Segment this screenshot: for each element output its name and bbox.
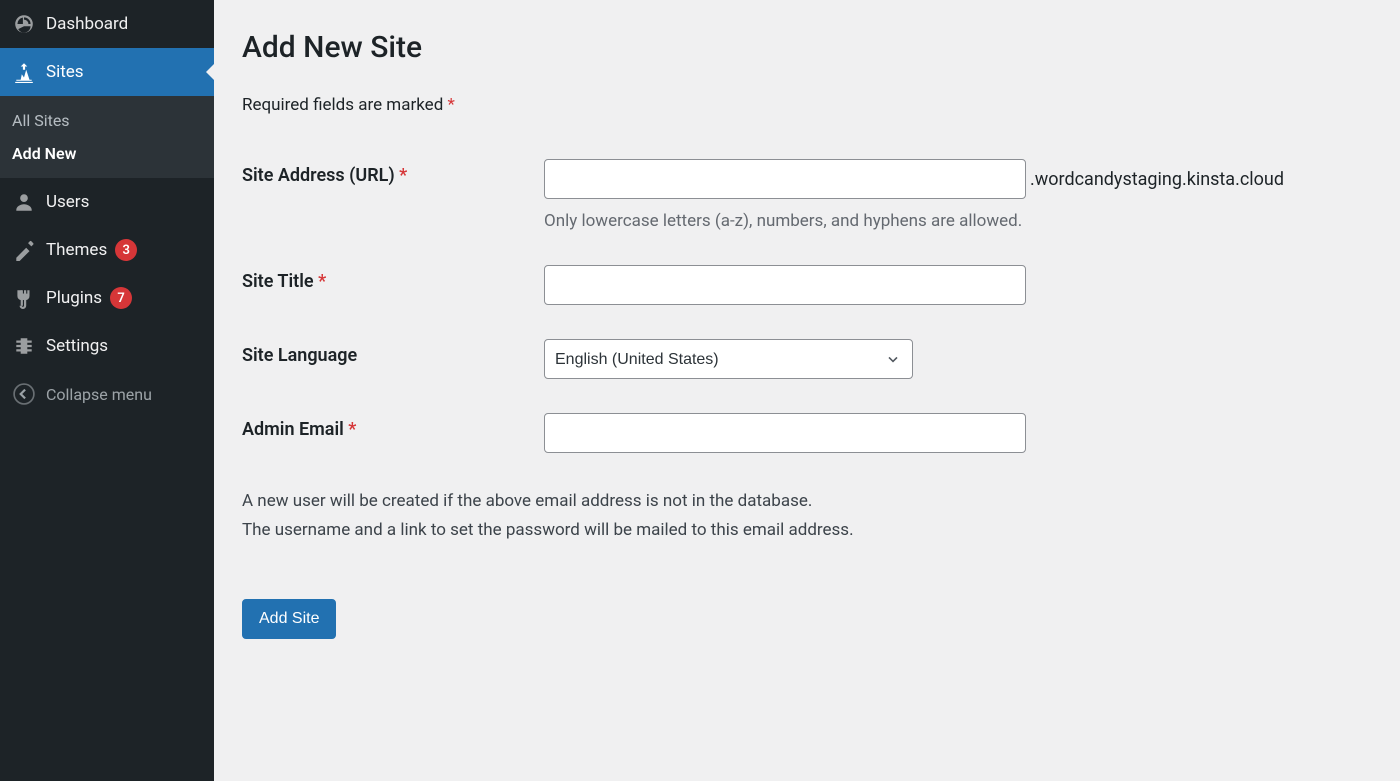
main-content: Add New Site Required fields are marked … — [214, 0, 1400, 781]
dashboard-icon — [12, 12, 36, 36]
themes-update-badge: 3 — [115, 239, 137, 261]
sidebar-label-dashboard: Dashboard — [46, 14, 128, 34]
sidebar-label-settings: Settings — [46, 336, 108, 356]
input-site-address[interactable] — [544, 159, 1026, 199]
row-site-language: Site Language English (United States) — [242, 339, 1372, 379]
row-site-address: Site Address (URL) * .wordcandystaging.k… — [242, 159, 1372, 231]
admin-sidebar: Dashboard Sites All Sites Add New Users … — [0, 0, 214, 781]
submenu-all-sites[interactable]: All Sites — [0, 104, 214, 137]
site-address-description: Only lowercase letters (a-z), numbers, a… — [544, 211, 1364, 231]
sidebar-item-plugins[interactable]: Plugins 7 — [0, 274, 214, 322]
sidebar-label-plugins: Plugins — [46, 288, 102, 308]
label-site-language: Site Language — [242, 339, 544, 366]
label-site-address: Site Address (URL) * — [242, 159, 544, 186]
sidebar-item-dashboard[interactable]: Dashboard — [0, 0, 214, 48]
sidebar-item-themes[interactable]: Themes 3 — [0, 226, 214, 274]
sidebar-label-users: Users — [46, 192, 89, 212]
admin-email-info: A new user will be created if the above … — [242, 487, 1372, 545]
sites-icon — [12, 60, 36, 84]
page-title: Add New Site — [242, 30, 1372, 65]
themes-icon — [12, 238, 36, 262]
label-site-title: Site Title * — [242, 265, 544, 292]
add-site-button[interactable]: Add Site — [242, 599, 336, 639]
collapse-icon — [12, 382, 36, 406]
sidebar-item-settings[interactable]: Settings — [0, 322, 214, 370]
add-site-form: Site Address (URL) * .wordcandystaging.k… — [242, 159, 1372, 453]
sidebar-item-users[interactable]: Users — [0, 178, 214, 226]
plugins-update-badge: 7 — [110, 287, 132, 309]
domain-suffix: .wordcandystaging.kinsta.cloud — [1030, 169, 1284, 190]
plugins-icon — [12, 286, 36, 310]
input-admin-email[interactable] — [544, 413, 1026, 453]
row-admin-email: Admin Email * — [242, 413, 1372, 453]
sidebar-collapse-menu[interactable]: Collapse menu — [0, 370, 214, 418]
sidebar-submenu-sites: All Sites Add New — [0, 96, 214, 178]
required-asterisk: * — [448, 95, 455, 115]
sidebar-item-sites[interactable]: Sites — [0, 48, 214, 96]
submenu-add-new[interactable]: Add New — [0, 137, 214, 170]
settings-icon — [12, 334, 36, 358]
input-site-title[interactable] — [544, 265, 1026, 305]
label-admin-email: Admin Email * — [242, 413, 544, 440]
row-site-title: Site Title * — [242, 265, 1372, 305]
sidebar-label-themes: Themes — [46, 240, 107, 260]
sidebar-label-collapse: Collapse menu — [46, 385, 152, 404]
users-icon — [12, 190, 36, 214]
select-site-language[interactable]: English (United States) — [544, 339, 913, 379]
sidebar-label-sites: Sites — [46, 62, 84, 82]
required-fields-note: Required fields are marked * — [242, 95, 1372, 115]
